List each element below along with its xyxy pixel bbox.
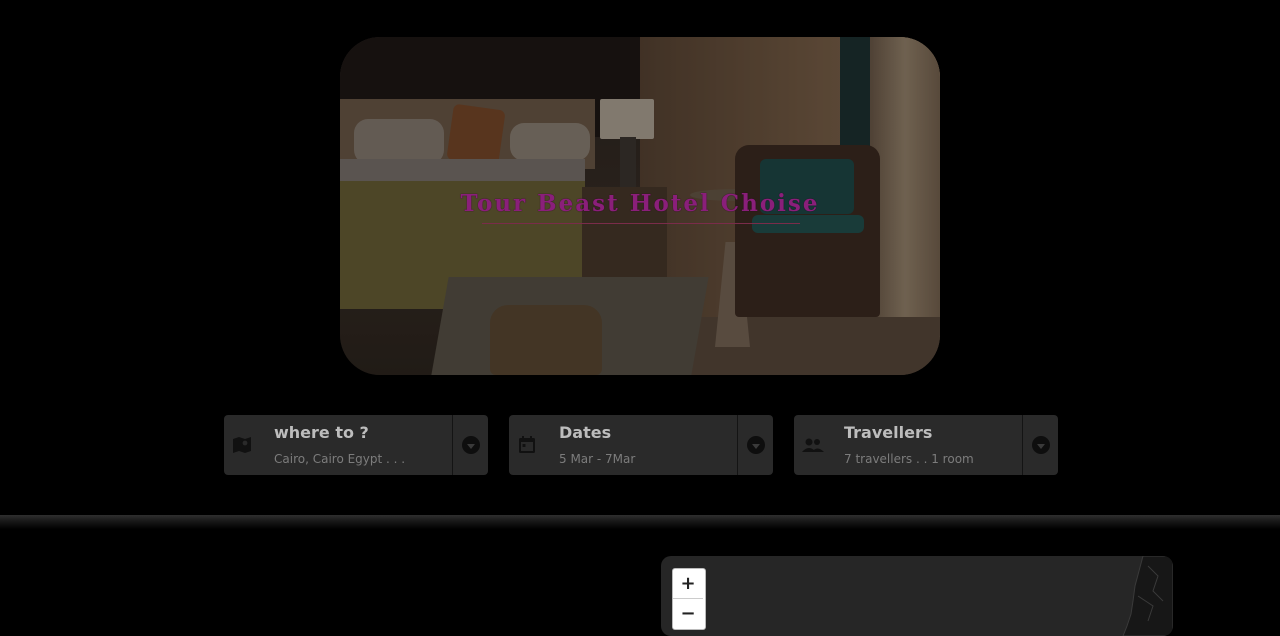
hero-title-underline — [482, 223, 800, 224]
chevron-down-icon[interactable] — [1032, 436, 1050, 454]
travellers-field[interactable]: Travellers 7 travellers . . 1 room — [794, 415, 1058, 475]
destination-title: where to ? — [274, 423, 369, 442]
map-land-shape — [1122, 556, 1173, 636]
dates-title: Dates — [559, 423, 612, 442]
zoom-in-button[interactable]: + — [673, 569, 703, 598]
zoom-out-button[interactable]: − — [673, 598, 703, 628]
travellers-title: Travellers — [844, 423, 933, 442]
hero-title: Tour Beast Hotel Choise — [460, 190, 820, 217]
divider — [737, 415, 738, 475]
destination-field[interactable]: where to ? Cairo, Cairo Egypt . . . — [224, 415, 488, 475]
divider — [1022, 415, 1023, 475]
divider — [452, 415, 453, 475]
people-icon — [802, 435, 824, 455]
calendar-icon — [517, 435, 537, 455]
section-divider — [0, 515, 1280, 529]
chevron-down-icon[interactable] — [462, 436, 480, 454]
map-icon — [232, 435, 252, 455]
chevron-down-icon[interactable] — [747, 436, 765, 454]
dates-field[interactable]: Dates 5 Mar - 7Mar — [509, 415, 773, 475]
destination-value: Cairo, Cairo Egypt . . . — [274, 452, 406, 466]
zoom-control: + − — [672, 568, 706, 630]
map[interactable] — [661, 556, 1173, 636]
dates-value: 5 Mar - 7Mar — [559, 452, 636, 466]
travellers-value: 7 travellers . . 1 room — [844, 452, 974, 466]
